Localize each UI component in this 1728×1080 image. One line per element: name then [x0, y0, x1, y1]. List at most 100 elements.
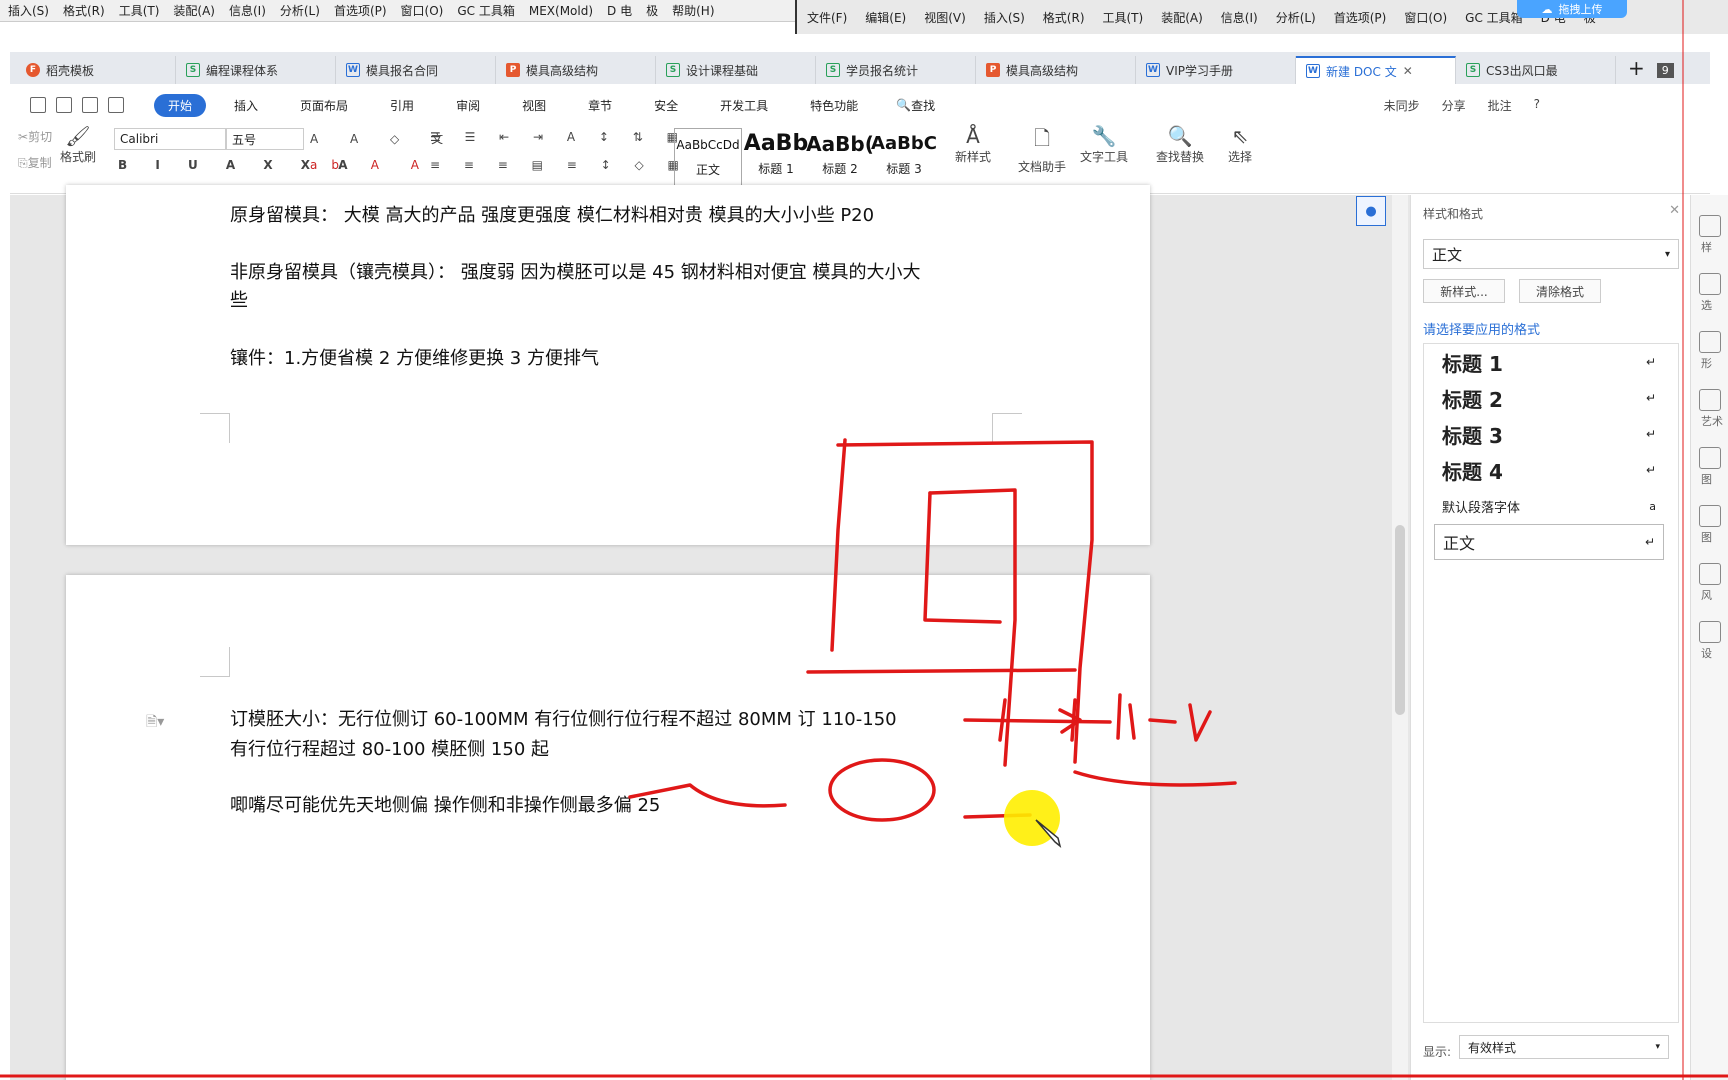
style-list-heading-2[interactable]: 标题 2 ↵: [1434, 380, 1664, 416]
left-menu-item[interactable]: 装配(A): [173, 2, 215, 19]
find-replace-button[interactable]: 🔍 查找替换: [1150, 124, 1210, 165]
left-menu-item[interactable]: 极: [646, 2, 658, 19]
select-button[interactable]: ⇖ 选择: [1218, 124, 1262, 165]
left-menu-item[interactable]: 帮助(H): [672, 2, 714, 19]
new-style-button[interactable]: Å 新样式: [948, 124, 998, 165]
font-name-select[interactable]: Calibri: [114, 128, 226, 150]
save-icon[interactable]: [30, 97, 46, 113]
text-tools-button[interactable]: 🔧 文字工具: [1074, 124, 1134, 165]
ribbon-tab[interactable]: 开发工具: [706, 94, 782, 117]
right-menu-item[interactable]: 视图(V): [924, 9, 966, 26]
left-menu-item[interactable]: MEX(Mold): [529, 4, 593, 18]
style-heading-3[interactable]: AaBbC 标题 3: [870, 128, 938, 186]
close-tab-icon[interactable]: ✕: [1403, 64, 1413, 78]
right-menu-item[interactable]: 工具(T): [1103, 9, 1144, 26]
paragraph-3[interactable]: 镶件：1.方便省模 2 方便维修更换 3 方便排气: [230, 344, 599, 370]
rail-tool-icon[interactable]: [1699, 621, 1721, 643]
help-button[interactable]: ?: [1534, 97, 1540, 114]
style-list-heading-3[interactable]: 标题 3 ↵: [1434, 416, 1664, 452]
left-menu-item[interactable]: D 电: [607, 2, 632, 19]
align-buttons[interactable]: ≡ ≡ ≡ ▤ ≡ ↕ ◇ ▦: [430, 158, 689, 172]
paragraph-handle-icon[interactable]: 🗎▾: [146, 711, 164, 735]
close-icon[interactable]: ✕: [1669, 203, 1680, 218]
doc-tab[interactable]: W VIP学习手册: [1136, 56, 1296, 84]
doc-tab[interactable]: S 编程课程体系: [176, 56, 336, 84]
doc-tab[interactable]: S CS3出风口最: [1456, 56, 1616, 84]
rail-tool-icon[interactable]: [1699, 505, 1721, 527]
list-buttons[interactable]: ☰ ☰ ⇤ ⇥ A ↕ ⇅ ▦: [430, 130, 688, 144]
location-pin-icon[interactable]: ●: [1356, 196, 1386, 226]
left-menu-item[interactable]: 插入(S): [8, 2, 49, 19]
style-heading-1[interactable]: AaBb 标题 1: [742, 128, 810, 186]
ribbon-tab[interactable]: 页面布局: [286, 94, 362, 117]
page-2[interactable]: 🗎▾ 订模胚大小：无行位侧订 60-100MM 有行位侧行位行程不超过 80MM…: [66, 575, 1150, 1080]
style-list-heading-4[interactable]: 标题 4 ↵: [1434, 452, 1664, 488]
new-tab-button[interactable]: +: [1628, 56, 1645, 84]
right-menu-item[interactable]: 首选项(P): [1334, 9, 1387, 26]
paragraph-4a[interactable]: 订模胚大小：无行位侧订 60-100MM 有行位侧行位行程不超过 80MM 订 …: [230, 705, 897, 731]
left-menu-item[interactable]: 信息(I): [229, 2, 266, 19]
ribbon-tab[interactable]: 章节: [574, 94, 626, 117]
scrollbar-thumb[interactable]: [1395, 525, 1405, 715]
share-button[interactable]: 分享: [1442, 97, 1466, 114]
paragraph-4b[interactable]: 有行位行程超过 80-100 模胚侧 150 起: [230, 735, 549, 761]
doc-tab[interactable]: P 模具高级结构: [976, 56, 1136, 84]
comment-button[interactable]: 批注: [1488, 97, 1512, 114]
rail-tool-icon[interactable]: [1699, 331, 1721, 353]
sync-status[interactable]: 未同步: [1384, 97, 1420, 114]
doc-tab[interactable]: S 学员报名统计: [816, 56, 976, 84]
style-normal[interactable]: AaBbCcDd 正文: [674, 128, 742, 186]
ribbon-tab[interactable]: 审阅: [442, 94, 494, 117]
copy-button[interactable]: ⎘复制: [18, 154, 52, 171]
clear-format-button[interactable]: 清除格式: [1519, 279, 1601, 303]
right-menu-item[interactable]: 信息(I): [1221, 9, 1258, 26]
print-preview-icon[interactable]: [108, 97, 124, 113]
print-icon[interactable]: [82, 97, 98, 113]
ribbon-tab[interactable]: 视图: [508, 94, 560, 117]
ribbon-tab[interactable]: 特色功能: [796, 94, 872, 117]
doc-tab[interactable]: F 稻壳模板: [16, 56, 176, 84]
left-menu-item[interactable]: 分析(L): [280, 2, 320, 19]
right-menu-item[interactable]: GC 工具箱: [1465, 9, 1523, 26]
left-menu-item[interactable]: 格式(R): [63, 2, 105, 19]
text-color-buttons[interactable]: ab A A: [310, 158, 433, 172]
undo-icon[interactable]: [56, 97, 72, 113]
rail-tool-icon[interactable]: [1699, 389, 1721, 411]
right-menu-item[interactable]: 编辑(E): [865, 9, 906, 26]
ribbon-tab[interactable]: 插入: [220, 94, 272, 117]
doc-tab[interactable]: P 模具高级结构: [496, 56, 656, 84]
doc-tab[interactable]: W 模具报名合同: [336, 56, 496, 84]
format-painter-button[interactable]: 🖌 格式刷: [58, 124, 98, 165]
doc-tab[interactable]: W 新建 DOC 文 ✕: [1296, 56, 1456, 84]
style-list-normal[interactable]: 正文 ↵: [1434, 524, 1664, 560]
rail-tool-icon[interactable]: [1699, 215, 1721, 237]
left-menu-item[interactable]: 窗口(O): [401, 2, 444, 19]
tab-count-badge[interactable]: 9: [1656, 63, 1674, 78]
left-menu-item[interactable]: GC 工具箱: [457, 2, 515, 19]
document-canvas[interactable]: 原身留模具： 大模 高大的产品 强度更强度 模仁材料相对贵 模具的大小小些 P2…: [10, 185, 1410, 1080]
right-menu-item[interactable]: 装配(A): [1161, 9, 1203, 26]
ribbon-tab[interactable]: 引用: [376, 94, 428, 117]
paragraph-2a[interactable]: 非原身留模具（镶壳模具）： 强度弱 因为模胚可以是 45 钢材料相对便宜 模具的…: [230, 258, 921, 284]
paragraph-5[interactable]: 唧嘴尽可能优先天地侧偏 操作侧和非操作侧最多偏 25: [230, 791, 660, 817]
search-icon[interactable]: 🔍: [896, 98, 911, 112]
ribbon-tab[interactable]: 安全: [640, 94, 692, 117]
rail-tool-icon[interactable]: [1699, 273, 1721, 295]
style-list-heading-1[interactable]: 标题 1 ↵: [1434, 344, 1664, 380]
doc-tab[interactable]: S 设计课程基础: [656, 56, 816, 84]
style-list-default-font[interactable]: 默认段落字体 a: [1434, 488, 1664, 524]
right-menu-item[interactable]: 格式(R): [1043, 9, 1085, 26]
rail-tool-icon[interactable]: [1699, 447, 1721, 469]
show-filter-select[interactable]: 有效样式 ▾: [1459, 1035, 1669, 1059]
upload-button[interactable]: ☁ 拖拽上传: [1517, 0, 1627, 18]
page-1[interactable]: 原身留模具： 大模 高大的产品 强度更强度 模仁材料相对贵 模具的大小小些 P2…: [66, 185, 1150, 545]
right-menu-item[interactable]: 插入(S): [984, 9, 1025, 26]
right-menu-item[interactable]: 文件(F): [807, 9, 847, 26]
font-size-select[interactable]: 五号: [226, 128, 304, 150]
ribbon-tab[interactable]: 开始: [154, 93, 207, 117]
doc-helper-button[interactable]: 🗋 文档助手: [1014, 124, 1070, 175]
left-menu-item[interactable]: 首选项(P): [334, 2, 387, 19]
left-menu-item[interactable]: 工具(T): [119, 2, 160, 19]
right-menu-item[interactable]: 分析(L): [1276, 9, 1316, 26]
right-menu-item[interactable]: 窗口(O): [1404, 9, 1447, 26]
